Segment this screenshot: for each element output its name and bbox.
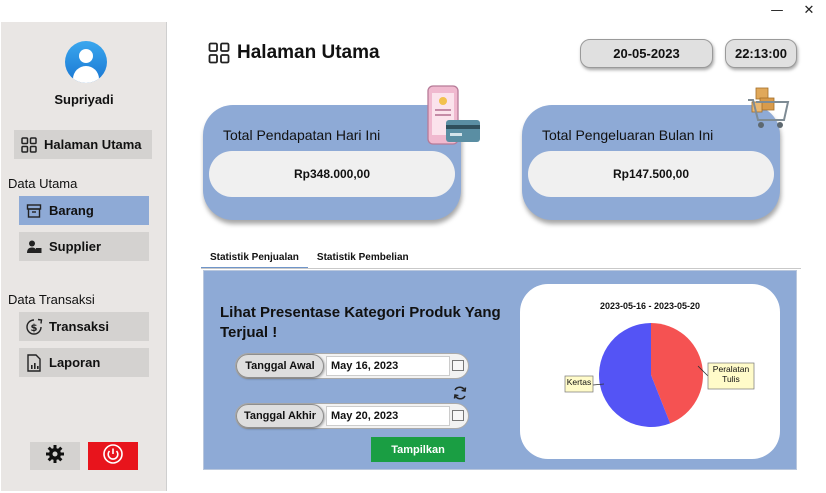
statistics-tabs: Statistik Penjualan Statistik Pembelian (201, 248, 418, 269)
title-bar: — ✕ (0, 0, 826, 22)
section-data-transaksi: Data Transaksi (8, 292, 95, 307)
shopping-cart-icon (746, 82, 790, 130)
money-icon: $ (25, 318, 43, 336)
pie-chart-container: 2023-05-16 - 2023-05-20 Kertas Peralatan T… (520, 284, 780, 459)
supplier-icon (25, 238, 43, 256)
tab-statistik-penjualan[interactable]: Statistik Penjualan (201, 248, 308, 269)
end-date-field: Tanggal Akhir May 20, 2023 (235, 403, 469, 429)
nav-barang-button[interactable]: Barang (19, 196, 149, 225)
end-date-input[interactable]: May 20, 2023 (326, 406, 450, 426)
start-date-field: Tanggal Awal May 16, 2023 (235, 353, 469, 379)
logout-button[interactable] (88, 442, 138, 470)
calendar-icon[interactable] (452, 360, 464, 371)
nav-supplier-button[interactable]: Supplier (19, 232, 149, 261)
expense-card-label: Total Pengeluaran Bulan Ini (542, 127, 714, 143)
pie-label-text: Tulis (722, 374, 740, 384)
settings-button[interactable] (30, 442, 80, 470)
nav-supplier-label: Supplier (49, 239, 102, 254)
dashboard-icon (208, 42, 230, 64)
user-avatar-icon (65, 41, 107, 83)
panel-title: Lihat Presentase Kategori Produk Yang Te… (220, 304, 501, 341)
pie-label-text: Kertas (567, 377, 592, 387)
income-card-label: Total Pendapatan Hari Ini (223, 127, 381, 143)
username: Supriyadi (54, 92, 114, 107)
end-date-label: Tanggal Akhir (236, 404, 324, 428)
power-icon (102, 443, 124, 470)
pie-chart: Kertas PeralatanTulis (564, 323, 755, 427)
tab-statistik-pembelian[interactable]: Statistik Pembelian (308, 248, 418, 269)
sidebar: Supriyadi Halaman Utama Data Utama Baran… (1, 22, 167, 491)
gear-icon (45, 444, 65, 469)
report-icon (25, 353, 43, 372)
expense-card-value: Rp147.500,00 (528, 151, 774, 197)
box-icon (25, 202, 43, 220)
page-title: Halaman Utama (208, 42, 380, 64)
show-button[interactable]: Tampilkan (371, 437, 465, 462)
close-button[interactable]: ✕ (795, 2, 823, 20)
nav-home-button[interactable]: Halaman Utama (14, 130, 152, 159)
section-data-utama: Data Utama (8, 176, 78, 191)
start-date-input[interactable]: May 16, 2023 (326, 356, 450, 376)
date-display: 20-05-2023 (580, 39, 713, 68)
sales-statistics-panel: Lihat Presentase Kategori Produk Yang Te… (203, 270, 797, 470)
expense-card: Total Pengeluaran Bulan Ini Rp147.500,00 (522, 105, 780, 220)
pie-label-text: Peralatan (713, 364, 750, 374)
page-title-text: Halaman Utama (237, 42, 380, 63)
nav-home-label: Halaman Utama (44, 137, 142, 152)
nav-barang-label: Barang (49, 203, 94, 218)
income-card-value: Rp348.000,00 (209, 151, 455, 197)
start-date-label: Tanggal Awal (236, 354, 324, 378)
calendar-icon[interactable] (452, 410, 464, 421)
phone-payment-card-icon (424, 84, 484, 150)
time-display: 22:13:00 (725, 39, 797, 68)
dashboard-icon (20, 136, 38, 154)
income-card: Total Pendapatan Hari Ini Rp348.000,00 (203, 105, 461, 220)
tab-divider (201, 268, 801, 269)
nav-transaksi-button[interactable]: $ Transaksi (19, 312, 149, 341)
refresh-icon[interactable] (452, 385, 468, 401)
nav-laporan-label: Laporan (49, 355, 101, 370)
nav-laporan-button[interactable]: Laporan (19, 348, 149, 377)
svg-text:$: $ (31, 323, 38, 334)
nav-transaksi-label: Transaksi (49, 319, 109, 334)
minimize-button[interactable]: — (763, 2, 791, 20)
